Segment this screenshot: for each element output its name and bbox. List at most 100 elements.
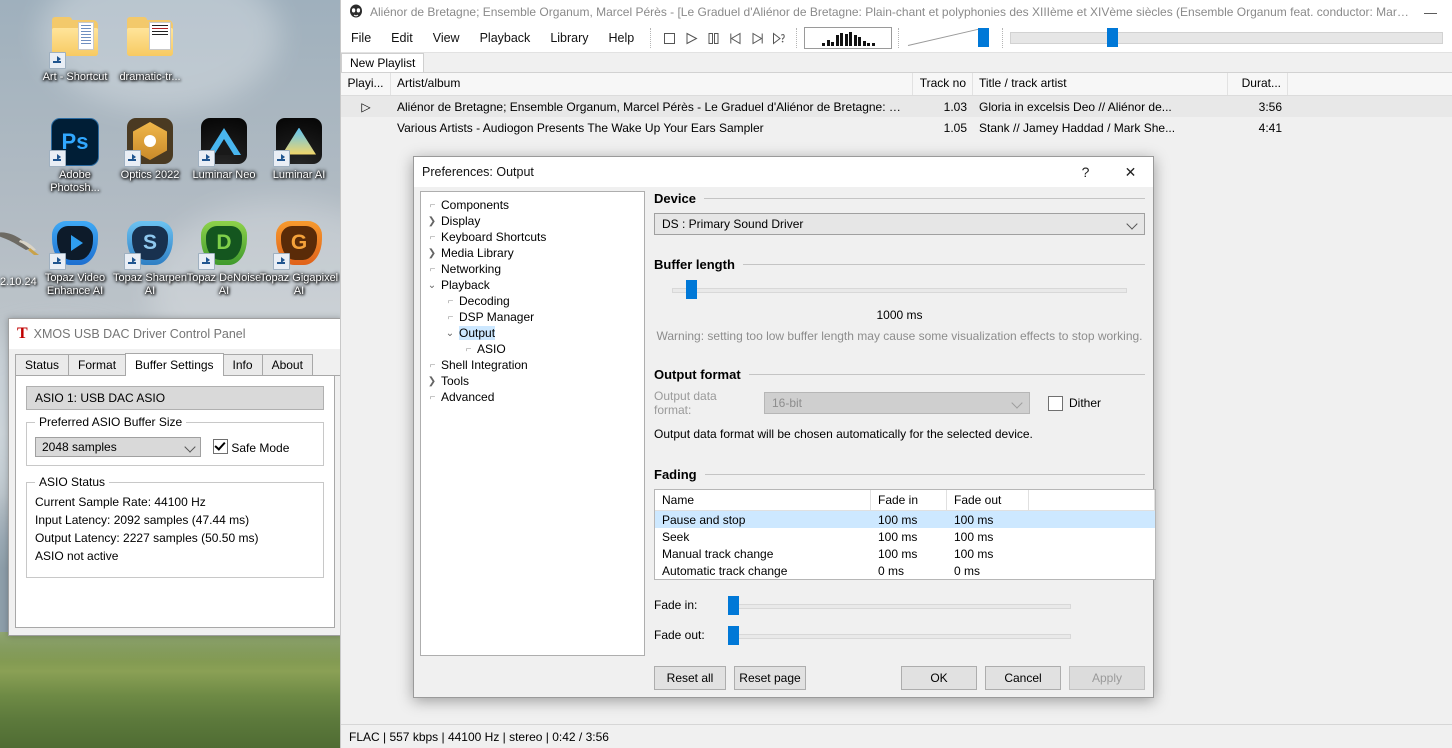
tree-item-media-library[interactable]: ❯ Media Library <box>421 245 644 261</box>
reset-page-button[interactable]: Reset page <box>734 666 806 690</box>
device-heading-label: Device <box>654 191 696 206</box>
slider-thumb[interactable] <box>728 596 739 615</box>
tree-guide: ⌐ <box>429 359 436 371</box>
desktop-icon-luminar-ai[interactable]: Luminar AI <box>257 117 340 182</box>
tree-guide: ⌐ <box>429 263 436 275</box>
previous-icon[interactable] <box>724 27 746 49</box>
device-select[interactable]: DS : Primary Sound Driver <box>654 213 1145 235</box>
reset-all-button[interactable]: Reset all <box>654 666 726 690</box>
tab-status[interactable]: Status <box>15 354 70 375</box>
tree-item-display[interactable]: ❯ Display <box>421 213 644 229</box>
folder-icon <box>126 17 174 68</box>
help-button[interactable]: ? <box>1063 157 1108 187</box>
desktop-icon-luminar-neo[interactable]: Luminar Neo <box>182 117 266 182</box>
xmos-title-bar: T XMOS USB DAC Driver Control Panel <box>9 319 341 349</box>
seek-bar[interactable] <box>1010 27 1452 49</box>
fade-out-label: Fade out: <box>654 628 705 642</box>
desktop-icon-topaz-denoise-ai[interactable]: D Topaz DeNoise AI <box>182 220 266 298</box>
buffer-length-slider[interactable] <box>660 280 1139 299</box>
column-header-fade-in[interactable]: Fade in <box>871 490 947 510</box>
chevron-right-icon[interactable]: ❯ <box>425 376 439 387</box>
table-row[interactable]: Seek 100 ms 100 ms <box>655 528 1155 545</box>
table-row[interactable]: Automatic track change 0 ms 0 ms <box>655 562 1155 579</box>
seek-bar-thumb[interactable] <box>1107 28 1119 47</box>
column-header-title-track-artist[interactable]: Title / track artist <box>973 73 1228 95</box>
tab-format[interactable]: Format <box>68 354 127 375</box>
menu-view[interactable]: View <box>423 27 470 49</box>
menu-library[interactable]: Library <box>540 27 598 49</box>
tree-item-tools[interactable]: ❯ Tools <box>421 373 644 389</box>
cell-artist-album: Various Artists - Audiogon Presents The … <box>397 120 764 135</box>
cancel-button[interactable]: Cancel <box>985 666 1061 690</box>
pause-icon[interactable] <box>702 27 724 49</box>
tree-item-playback[interactable]: ⌄ Playback <box>421 277 644 293</box>
desktop-icon-adobe-photoshop[interactable]: Ps Adobe Photosh... <box>33 117 117 195</box>
desktop-icon-art-shortcut[interactable]: Art - Shortcut <box>33 14 117 84</box>
menu-edit[interactable]: Edit <box>381 27 423 49</box>
tab-info[interactable]: Info <box>222 354 263 375</box>
column-header-duration[interactable]: Durat... <box>1228 73 1288 95</box>
tab-about[interactable]: About <box>261 354 313 375</box>
tree-item-shell-integration[interactable]: ⌐ Shell Integration <box>421 357 644 373</box>
tree-item-components[interactable]: ⌐ Components <box>421 197 644 213</box>
tree-item-asio[interactable]: ⌐ ASIO <box>421 341 644 357</box>
chevron-down-icon[interactable]: ⌄ <box>443 328 457 339</box>
column-header-track-no[interactable]: Track no <box>913 73 973 95</box>
tree-item-decoding[interactable]: ⌐ Decoding <box>421 293 644 309</box>
status-bar-text: FLAC | 557 kbps | 44100 Hz | stereo | 0:… <box>349 729 609 744</box>
volume-slider[interactable] <box>906 27 996 49</box>
chevron-right-icon[interactable]: ❯ <box>425 216 439 227</box>
tree-item-label: Advanced <box>441 390 495 404</box>
random-icon[interactable] <box>768 27 790 49</box>
desktop-icon-optics-2022[interactable]: Optics 2022 <box>108 117 192 182</box>
stop-icon[interactable] <box>658 27 680 49</box>
tree-item-advanced[interactable]: ⌐ Advanced <box>421 389 644 405</box>
safe-mode-checkbox[interactable]: Safe Mode <box>213 439 289 455</box>
playlist-tab-new-playlist[interactable]: New Playlist <box>341 53 425 72</box>
output-format-heading-label: Output format <box>654 367 741 382</box>
slider-thumb[interactable] <box>728 626 739 645</box>
desktop-icon-topaz-sharpen-ai[interactable]: S Topaz Sharpen AI <box>108 220 192 298</box>
tab-buffer-settings[interactable]: Buffer Settings <box>125 353 224 376</box>
column-header-playing[interactable]: Playi... <box>341 73 391 95</box>
xmos-control-panel-window[interactable]: T XMOS USB DAC Driver Control Panel Stat… <box>8 318 342 636</box>
desktop-icon-dramatic-tr[interactable]: dramatic-tr... <box>108 14 192 84</box>
desktop-icon-topaz-video-enhance-ai[interactable]: Topaz Video Enhance AI <box>33 220 117 298</box>
preferences-dialog[interactable]: Preferences: Output ? ✕ ⌐ Components ❯ D… <box>413 156 1156 698</box>
table-row[interactable]: Pause and stop 100 ms 100 ms <box>655 511 1155 528</box>
minimize-button[interactable]: — <box>1408 0 1452 24</box>
column-header-name[interactable]: Name <box>655 490 871 510</box>
tree-item-output[interactable]: ⌄ Output <box>421 325 644 341</box>
dither-checkbox[interactable]: Dither <box>1048 395 1102 411</box>
fade-in-slider[interactable] <box>726 596 1145 615</box>
column-header-fade-out[interactable]: Fade out <box>947 490 1029 510</box>
dither-label: Dither <box>1069 396 1102 410</box>
asio-buffer-size-select[interactable]: 2048 samples <box>35 437 201 457</box>
spectrum-visualizer[interactable] <box>804 27 893 49</box>
tree-item-dsp-manager[interactable]: ⌐ DSP Manager <box>421 309 644 325</box>
table-row[interactable]: Manual track change 100 ms 100 ms <box>655 545 1155 562</box>
close-icon[interactable]: ✕ <box>1108 157 1153 187</box>
slider-thumb[interactable] <box>686 280 697 299</box>
desktop-icon-topaz-gigapixel-ai[interactable]: G Topaz Gigapixel AI <box>257 220 340 298</box>
menu-help[interactable]: Help <box>599 27 645 49</box>
fading-table[interactable]: Name Fade in Fade out Pause and stop 100… <box>654 489 1156 580</box>
tree-item-keyboard-shortcuts[interactable]: ⌐ Keyboard Shortcuts <box>421 229 644 245</box>
ok-button[interactable]: OK <box>901 666 977 690</box>
next-icon[interactable] <box>746 27 768 49</box>
preferences-tree[interactable]: ⌐ Components ❯ Display ⌐ Keyboard Shortc… <box>420 191 645 656</box>
tree-item-label: DSP Manager <box>459 310 535 324</box>
play-icon[interactable] <box>680 27 702 49</box>
menu-playback[interactable]: Playback <box>470 27 541 49</box>
table-row[interactable]: ▷ Aliénor de Bretagne; Ensemble Organum,… <box>341 96 1452 117</box>
fade-out-slider[interactable] <box>726 626 1145 645</box>
volume-slider-thumb[interactable] <box>978 28 990 47</box>
group-caption: ASIO Status <box>35 475 110 489</box>
column-header-artist-album[interactable]: Artist/album <box>391 73 913 95</box>
menu-file[interactable]: File <box>341 27 381 49</box>
folder-shortcut-icon <box>49 17 99 69</box>
table-row[interactable]: Various Artists - Audiogon Presents The … <box>341 117 1452 138</box>
chevron-down-icon[interactable]: ⌄ <box>425 280 439 291</box>
tree-item-networking[interactable]: ⌐ Networking <box>421 261 644 277</box>
chevron-right-icon[interactable]: ❯ <box>425 248 439 259</box>
